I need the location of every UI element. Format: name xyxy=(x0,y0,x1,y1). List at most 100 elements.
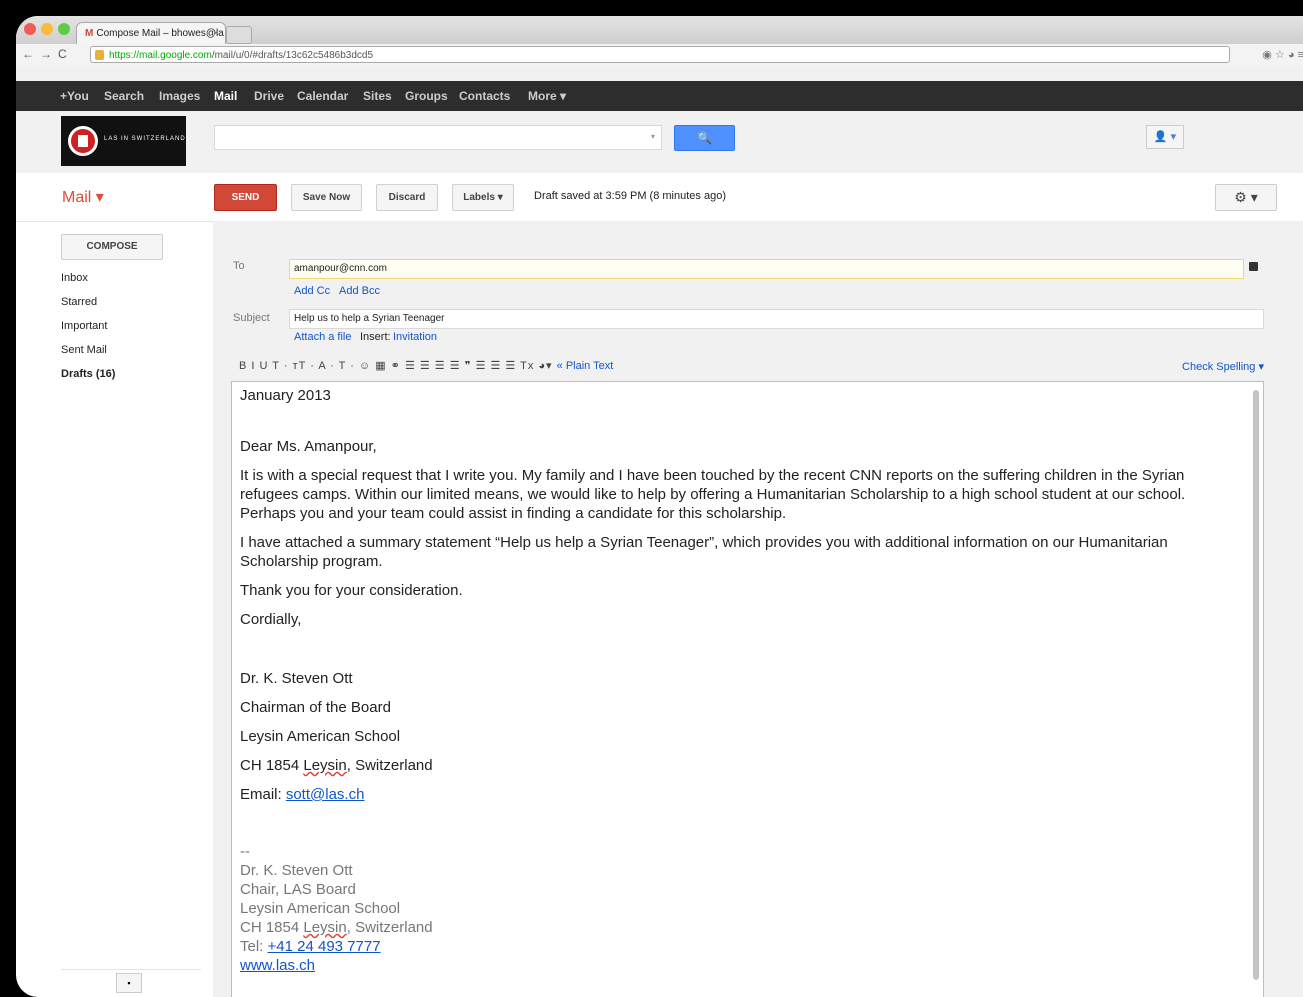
sig-address-part: CH 1854 xyxy=(240,919,304,936)
minimize-window-icon[interactable] xyxy=(41,23,53,35)
body-paragraph-1: It is with a special request that I writ… xyxy=(240,467,1186,522)
body-email-line: Email: sott@las.ch xyxy=(240,785,1240,804)
body-title: Chairman of the Board xyxy=(240,699,391,716)
tab-title: Compose Mail – bhowes@la xyxy=(96,28,224,39)
sidebar-nav: Inbox Starred Important Sent Mail Drafts… xyxy=(61,271,115,391)
gbar-item-2[interactable]: Images xyxy=(159,89,200,103)
body-date: January 2013 xyxy=(240,387,331,404)
nav-buttons: ←→C xyxy=(22,47,73,61)
url-path: /mail/u/0/#drafts/13c62c5486b3dcd5 xyxy=(211,50,374,61)
close-window-icon[interactable] xyxy=(24,23,36,35)
sig-dashes: -- xyxy=(240,843,250,860)
labels-button[interactable]: Labels ▾ xyxy=(452,184,514,211)
check-spelling-link[interactable]: Check Spelling ▾ xyxy=(1182,360,1264,373)
sig-tel-link[interactable]: +41 24 493 7777 xyxy=(268,938,381,955)
browser-gap xyxy=(16,66,1303,81)
gbar-item-0[interactable]: +You xyxy=(60,89,89,103)
message-body-editor[interactable]: January 2013 Dear Ms. Amanpour, It is wi… xyxy=(231,381,1264,997)
sig-web-link[interactable]: www.las.ch xyxy=(240,957,315,974)
draft-status: Draft saved at 3:59 PM (8 minutes ago) xyxy=(534,190,726,202)
settings-gear-icon[interactable]: ⚙ ▾ xyxy=(1215,184,1277,211)
sig-web: www.las.ch xyxy=(240,956,1240,975)
discard-button[interactable]: Discard xyxy=(376,184,438,211)
sidebar-item-inbox[interactable]: Inbox xyxy=(61,271,115,295)
add-bcc-link[interactable]: Add Bcc xyxy=(339,285,380,297)
back-icon[interactable]: ← xyxy=(22,47,40,61)
logo-text: LAS IN SWITZERLAND xyxy=(104,136,186,142)
email-link[interactable]: sott@las.ch xyxy=(286,786,365,803)
sidebar-item-important[interactable]: Important xyxy=(61,319,115,343)
to-field[interactable]: amanpour@cnn.com xyxy=(289,259,1244,279)
gbar-item-8[interactable]: Contacts xyxy=(459,89,510,103)
gbar-item-4[interactable]: Drive xyxy=(254,89,284,103)
gbar-item-9[interactable]: More ▾ xyxy=(528,89,566,103)
reload-icon[interactable]: C xyxy=(58,47,73,61)
google-bar: +You Search Images Mail Drive Calendar Sites Gr… xyxy=(16,81,1303,111)
format-icons[interactable]: B I U T · ᴛT · A · T · ☺ ▦ ⚭ ☰ ☰ ☰ ☰ ❞ ☰… xyxy=(239,360,553,372)
school-logo[interactable]: LAS IN SWITZERLAND xyxy=(61,116,186,166)
attach-file-link[interactable]: Attach a file xyxy=(294,331,351,343)
body-name: Dr. K. Steven Ott xyxy=(240,670,353,687)
sig-tel-label: Tel: xyxy=(240,938,268,955)
sig-name: Dr. K. Steven Ott xyxy=(240,862,353,879)
editor-scrollbar[interactable] xyxy=(1253,390,1259,980)
subject-field[interactable]: Help us to help a Syrian Teenager xyxy=(289,309,1264,329)
save-now-button[interactable]: Save Now xyxy=(291,184,362,211)
compose-area: To amanpour@cnn.com Add Cc Add Bcc Subje… xyxy=(213,221,1303,997)
sig-role: Chair, LAS Board xyxy=(240,881,356,898)
gbar-item-3[interactable]: Mail xyxy=(214,89,237,103)
to-label: To xyxy=(233,260,245,272)
tab-strip: M Compose Mail – bhowes@la × xyxy=(16,16,1303,44)
account-button[interactable]: 👤 ▾ xyxy=(1146,125,1184,149)
search-options-icon[interactable]: ▾ xyxy=(651,132,655,141)
sidebar-divider xyxy=(61,969,201,970)
url-bar[interactable]: https://mail.google.com/mail/u/0/#drafts… xyxy=(90,46,1230,63)
sidebar-item-sent[interactable]: Sent Mail xyxy=(61,343,115,367)
insert-label: Insert: xyxy=(360,331,391,343)
zoom-window-icon[interactable] xyxy=(58,23,70,35)
compose-toolbar: Mail ▾ SEND Save Now Discard Labels ▾ Dr… xyxy=(16,173,1303,222)
tab-close-icon[interactable]: × xyxy=(213,23,219,44)
gbar-item-7[interactable]: Groups xyxy=(405,89,448,103)
extension-icons[interactable]: ◉ ☆ ◕ ≡ xyxy=(1262,48,1303,61)
sig-tel: Tel: +41 24 493 7777 xyxy=(240,937,1240,956)
message-body: January 2013 Dear Ms. Amanpour, It is wi… xyxy=(240,386,1240,975)
add-cc-link[interactable]: Add Cc xyxy=(294,285,330,297)
body-address: CH 1854 Leysin, Switzerland xyxy=(240,756,1240,775)
body-school: Leysin American School xyxy=(240,728,401,745)
chat-icon[interactable]: ▪ xyxy=(116,973,142,993)
search-input[interactable]: ▾ xyxy=(214,125,662,150)
formatting-toolbar[interactable]: B I U T · ᴛT · A · T · ☺ ▦ ⚭ ☰ ☰ ☰ ☰ ❞ ☰… xyxy=(239,359,613,372)
search-button[interactable]: 🔍 xyxy=(674,125,735,151)
address-part: CH 1854 xyxy=(240,757,304,774)
plain-text-link[interactable]: « Plain Text xyxy=(557,360,614,372)
gbar-item-1[interactable]: Search xyxy=(104,89,144,103)
body-salutation: Dear Ms. Amanpour, xyxy=(240,438,377,455)
new-tab-button[interactable] xyxy=(226,26,252,44)
body-paragraph-2: I have attached a summary statement “Hel… xyxy=(240,534,1168,570)
compose-button[interactable]: COMPOSE xyxy=(61,234,163,260)
sig-address-town: Leysin xyxy=(303,919,347,936)
send-button[interactable]: SEND xyxy=(214,184,277,211)
body-closing: Cordially, xyxy=(240,611,302,628)
contacts-picker-icon[interactable] xyxy=(1249,262,1258,271)
forward-icon[interactable]: → xyxy=(40,47,58,61)
signature-block: -- Dr. K. Steven Ott Chair, LAS Board Le… xyxy=(240,842,1240,975)
sidebar-item-drafts[interactable]: Drafts (16) xyxy=(61,367,115,391)
window-controls xyxy=(24,23,70,35)
address-town: Leysin xyxy=(303,757,347,774)
sidebar-item-starred[interactable]: Starred xyxy=(61,295,115,319)
gmail-favicon-icon: M xyxy=(85,28,94,39)
gbar-item-5[interactable]: Calendar xyxy=(297,89,348,103)
url-host: https://mail.google.com xyxy=(109,50,212,61)
gbar-item-6[interactable]: Sites xyxy=(363,89,392,103)
mail-menu[interactable]: Mail ▾ xyxy=(62,187,104,207)
browser-tab[interactable]: M Compose Mail – bhowes@la × xyxy=(76,22,226,44)
gmail-header: LAS IN SWITZERLAND ▾ 🔍 👤 ▾ xyxy=(16,111,1303,174)
sig-address: CH 1854 Leysin, Switzerland xyxy=(240,918,1240,937)
invitation-link[interactable]: Invitation xyxy=(393,331,437,343)
address-part: , Switzerland xyxy=(346,757,433,774)
